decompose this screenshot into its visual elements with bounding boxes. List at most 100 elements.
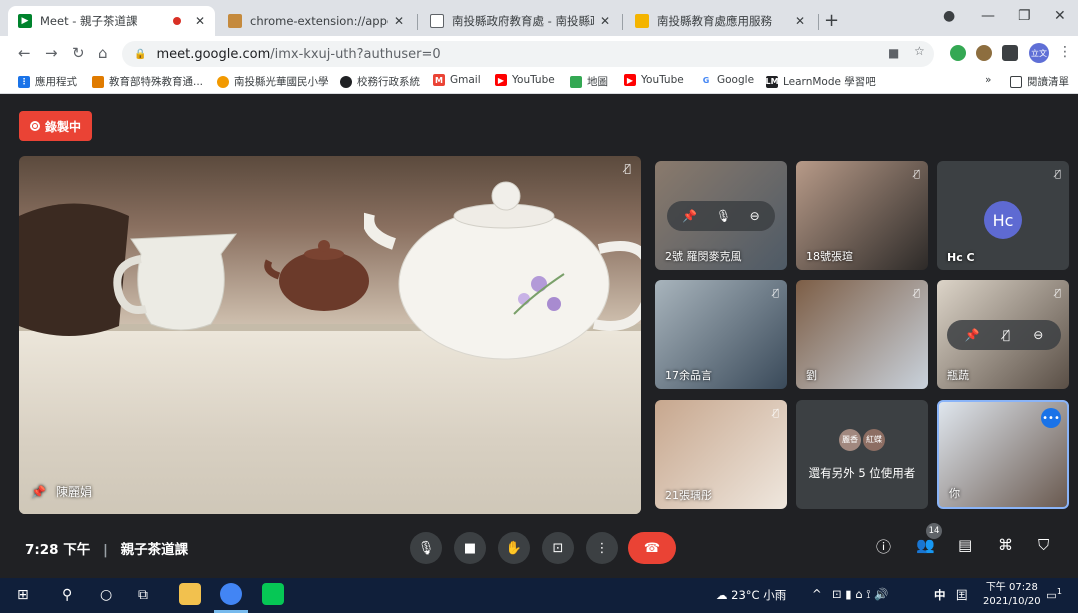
- self-tile[interactable]: ••• 你: [937, 400, 1069, 509]
- tray-app-icons[interactable]: ⊡ ▮ ⌂ ⟟ 🔊: [832, 587, 888, 602]
- mic-off-icon: 🎙̸: [772, 288, 779, 299]
- notification-icon[interactable]: ▭1: [1046, 587, 1062, 602]
- minimize-icon[interactable]: —: [981, 8, 995, 24]
- camera-button[interactable]: ■: [454, 532, 486, 564]
- profile-avatar[interactable]: 立文: [1029, 43, 1049, 63]
- host-controls-icon[interactable]: ⛉: [1038, 536, 1049, 554]
- participant-tile[interactable]: 🎙̸ Hc Hc C: [937, 161, 1069, 270]
- bookmark-google[interactable]: G Google: [700, 74, 754, 86]
- ime-indicator[interactable]: 中: [934, 587, 946, 603]
- tab-search-icon[interactable]: ●: [943, 8, 955, 24]
- ime-mode-icon[interactable]: 囯: [956, 587, 968, 603]
- tab-education-office[interactable]: 南投縣政府教育處 - 南投縣政府 ✕: [420, 6, 620, 36]
- participant-tile[interactable]: 📌 🎙 ⊖ 2號 羅閔麥克風: [655, 161, 787, 270]
- participant-tile[interactable]: 🎙̸ 18號張瑄: [796, 161, 928, 270]
- reading-list[interactable]: 閱讀清單: [1010, 74, 1069, 89]
- pitcher-image: [113, 233, 238, 331]
- bookmarks-bar: ⋮ 應用程式 教育部特殊教育通... 南投縣光華國民小學 校務行政系統 M Gmai…: [0, 70, 1078, 94]
- extension-sheets-icon[interactable]: [950, 45, 966, 61]
- search-icon[interactable]: ⚲: [62, 587, 72, 603]
- close-icon[interactable]: ✕: [795, 14, 805, 28]
- pin-icon[interactable]: 📌: [682, 209, 697, 223]
- participant-tile[interactable]: 🎙̸ 劉: [796, 280, 928, 389]
- extension-icon[interactable]: [976, 45, 992, 61]
- meeting-info-icon[interactable]: ⓘ: [876, 536, 891, 557]
- file-explorer-icon[interactable]: [179, 583, 201, 605]
- browser-toolbar: ← → ↻ ⌂ 🔒 meet.google.com/imx-kxuj-uth?a…: [0, 36, 1078, 70]
- more-options-button[interactable]: ⋮: [586, 532, 618, 564]
- camera-icon: ■: [463, 540, 477, 556]
- raise-hand-button[interactable]: ✋: [498, 532, 530, 564]
- page-icon: [430, 14, 444, 28]
- pin-icon[interactable]: 📌: [31, 485, 46, 499]
- main-video[interactable]: 🎙̸ 📌 陳麗娟: [19, 156, 641, 514]
- bookmarks-overflow[interactable]: »: [985, 74, 991, 86]
- system-clock[interactable]: 下午 07:28 2021/10/20: [983, 581, 1041, 609]
- weather-widget[interactable]: ☁ 23°C 小雨: [716, 587, 786, 603]
- cortana-icon[interactable]: ○: [100, 587, 112, 603]
- participant-name: Hc C: [947, 251, 975, 264]
- present-button[interactable]: ⊡: [542, 532, 574, 564]
- recording-dot-icon: [172, 17, 181, 25]
- remove-icon[interactable]: ⊖: [750, 209, 760, 223]
- participant-tile[interactable]: 🎙̸ 📌 🎙̸ ⊖ 瓶蔬: [937, 280, 1069, 389]
- tile-hover-controls: 📌 🎙̸ ⊖: [947, 320, 1061, 350]
- chat-icon[interactable]: ▤: [958, 536, 972, 554]
- menu-kebab-icon[interactable]: ⋮: [1058, 44, 1072, 60]
- other-participants-tile[interactable]: 麗香 紅蝶 還有另外 5 位使用者: [796, 400, 928, 509]
- participant-name: 17余品言: [665, 369, 712, 382]
- home-icon[interactable]: ⌂: [98, 44, 108, 62]
- tab-extension[interactable]: chrome-extension://appcnhief ✕: [218, 6, 414, 36]
- task-view-icon[interactable]: ⧉: [138, 587, 148, 603]
- youtube-icon: ▶: [495, 74, 507, 86]
- bookmark-school[interactable]: 南投縣光華國民小學: [217, 74, 329, 89]
- mic-icon[interactable]: 🎙: [716, 209, 731, 223]
- bookmark-youtube[interactable]: ▶ YouTube: [495, 74, 555, 86]
- remove-icon[interactable]: ⊖: [1033, 328, 1043, 342]
- forward-icon[interactable]: →: [45, 44, 58, 62]
- tab-education-services[interactable]: 南投縣教育處應用服務 ✕: [625, 6, 815, 36]
- people-icon[interactable]: 👥: [916, 536, 935, 554]
- close-icon[interactable]: ✕: [600, 14, 610, 28]
- leave-call-button[interactable]: ☎: [628, 532, 676, 564]
- bookmark-maps[interactable]: 地圖: [570, 74, 608, 89]
- pin-icon[interactable]: 📌: [965, 328, 980, 342]
- main-speaker-label: 📌 陳麗娟: [31, 484, 92, 500]
- bookmark-admin-system[interactable]: 校務行政系統: [340, 74, 420, 89]
- camera-indicator-icon[interactable]: ■: [888, 46, 899, 60]
- activities-icon[interactable]: ⌘: [998, 536, 1013, 554]
- participant-tile[interactable]: 🎙̸ 17余品言: [655, 280, 787, 389]
- close-icon[interactable]: ✕: [195, 14, 205, 28]
- back-icon[interactable]: ←: [18, 44, 31, 62]
- mic-off-icon[interactable]: 🎙̸: [1003, 328, 1010, 342]
- tray-overflow-icon[interactable]: ^: [812, 587, 822, 601]
- extensions-puzzle-icon[interactable]: [1002, 45, 1018, 61]
- participant-tile[interactable]: 🎙̸ 21張瑀彤: [655, 400, 787, 509]
- close-icon[interactable]: ✕: [394, 14, 404, 28]
- recording-badge[interactable]: 錄製中: [19, 111, 92, 141]
- line-icon[interactable]: [262, 583, 284, 605]
- reload-icon[interactable]: ↻: [72, 44, 85, 62]
- bookmark-gmail[interactable]: M Gmail: [433, 74, 481, 86]
- more-options-icon[interactable]: •••: [1041, 408, 1061, 428]
- tab-title: chrome-extension://appcnhief: [250, 14, 388, 28]
- maximize-icon[interactable]: ❐: [1018, 8, 1031, 24]
- meeting-title: 親子茶道課: [120, 542, 189, 558]
- bookmark-apps[interactable]: ⋮ 應用程式: [18, 74, 77, 89]
- new-tab-icon[interactable]: +: [824, 10, 839, 31]
- participant-name: 瓶蔬: [947, 369, 969, 382]
- address-bar[interactable]: 🔒 meet.google.com/imx-kxuj-uth?authuser=…: [122, 41, 934, 67]
- tab-meet[interactable]: ▶ Meet - 親子茶道課 ✕: [8, 6, 215, 36]
- bookmark-star-icon[interactable]: ☆: [914, 44, 925, 58]
- browser-tab-strip: ▶ Meet - 親子茶道課 ✕ chrome-extension://appc…: [0, 0, 1078, 36]
- mic-off-icon: 🎙̸: [772, 408, 779, 419]
- bookmark-special-education[interactable]: 教育部特殊教育通...: [92, 74, 203, 89]
- school-icon: [217, 75, 229, 88]
- bookmark-learnmode[interactable]: LM LearnMode 學習吧: [765, 74, 876, 89]
- windows-start-icon[interactable]: ⊞: [17, 587, 29, 603]
- bookmark-youtube-2[interactable]: ▶ YouTube: [624, 74, 684, 86]
- chrome-icon[interactable]: [220, 583, 242, 605]
- window-close-icon[interactable]: ✕: [1054, 8, 1066, 24]
- apps-grid-icon: ⋮: [18, 75, 30, 88]
- mic-button[interactable]: 🎙: [410, 532, 442, 564]
